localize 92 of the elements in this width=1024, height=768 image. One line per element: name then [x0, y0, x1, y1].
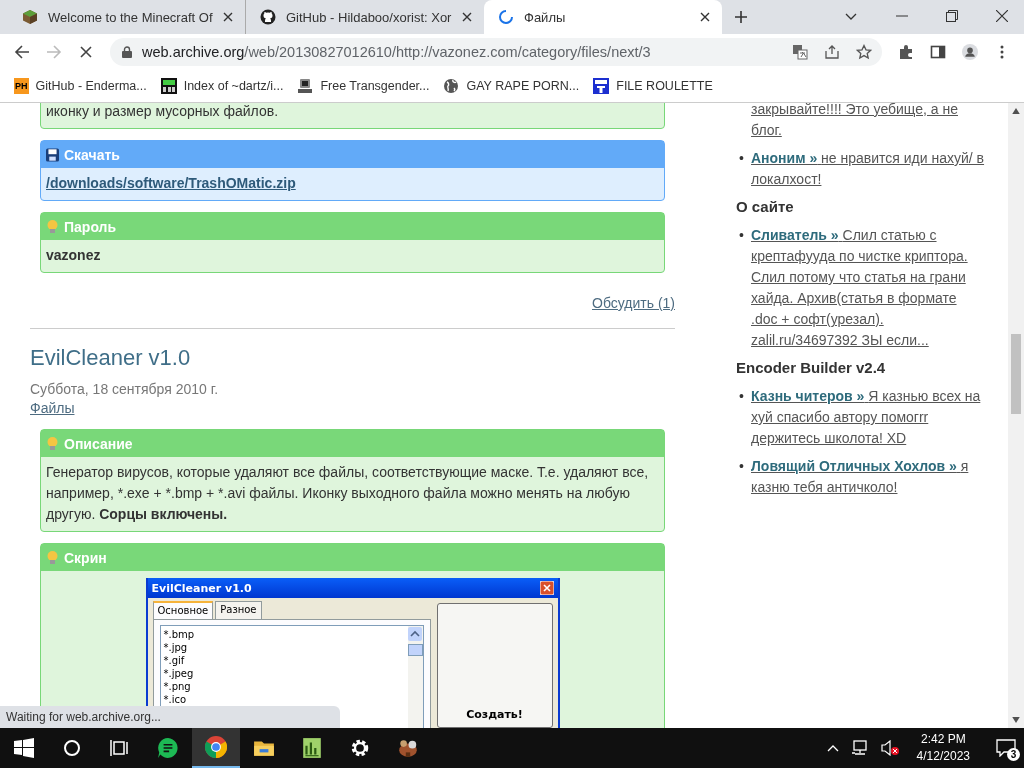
window-tab[interactable]: Разное: [215, 601, 262, 619]
status-bubble: Waiting for web.archive.org...: [0, 706, 340, 728]
box-heading: Описание: [64, 435, 133, 452]
close-icon[interactable]: [996, 10, 1008, 22]
network-icon[interactable]: [850, 740, 869, 756]
password-text: vazonez: [46, 247, 101, 263]
terminal-icon: [160, 78, 177, 94]
window-tab[interactable]: Основное: [152, 601, 214, 619]
bullet: •: [739, 457, 744, 476]
globe-icon: [443, 78, 460, 94]
comment-link[interactable]: Казнь читеров » Я казнью всех на хуй спасибо автору помогrr держитесь школота! XD: [751, 386, 986, 449]
bookmark[interactable]: FILE ROULETTE: [593, 78, 713, 94]
browser-tab[interactable]: Файлы: [484, 0, 722, 34]
stop-icon[interactable]: [78, 44, 94, 60]
box-heading: Скрин: [64, 549, 107, 566]
chevron-up-icon[interactable]: [826, 744, 839, 752]
category-link[interactable]: Файлы: [30, 400, 75, 416]
bookmark[interactable]: Free Transgender...: [297, 78, 430, 94]
bookmark[interactable]: Index of ~dartz/i...: [160, 78, 284, 94]
scroll-down-icon[interactable]: [1012, 717, 1020, 723]
light-bulb-icon: [46, 435, 59, 452]
scrollbar[interactable]: [1008, 103, 1024, 728]
comment-link[interactable]: Сливатель » Слил статью с крептафууда по чистке криптора. Слил потому что статья на грани хайда. Архив(статья в формате .doc + софт(урезал). zalil.ru/34697392 ЗЫ если...: [751, 225, 986, 351]
post-title: EvilCleaner v1.0: [30, 345, 192, 371]
taskbar-app[interactable]: [192, 728, 240, 768]
close-tab-icon[interactable]: [700, 12, 710, 22]
window-title: EvilCleaner v1.0: [151, 580, 252, 597]
list-item[interactable]: *.jpeg: [163, 667, 405, 680]
gear-icon: [349, 737, 371, 759]
side-panel-icon[interactable]: [930, 44, 946, 60]
new-tab-icon[interactable]: [734, 10, 748, 24]
scroll-thumb[interactable]: [1011, 334, 1021, 414]
box-heading: Скачать: [64, 146, 120, 163]
loading-spinner-icon: [498, 9, 514, 25]
list-item[interactable]: *.bmp: [163, 628, 405, 641]
bookmark[interactable]: GAY RAPE PORN...: [443, 78, 580, 94]
chrome-icon: [205, 736, 227, 758]
scroll-thumb[interactable]: [407, 644, 423, 656]
back-icon[interactable]: [14, 44, 30, 60]
bullet: •: [739, 387, 744, 406]
box-text: иконку и размер мусорных файлов.: [45, 103, 280, 121]
bullet: •: [739, 149, 744, 168]
task-view-icon[interactable]: [110, 738, 130, 758]
star-icon[interactable]: [856, 44, 872, 60]
description-text: Генератор вирусов, которые удаляют все файлы, соответствующие маске. Т.е. удаляют все, например, *.exe + *.bmp + *.avi файлы. Иконку выходного файла можно менять на любую другую. Сорцы включены.: [46, 463, 650, 524]
lock-icon: [122, 46, 132, 58]
chart-document-icon: [301, 737, 323, 759]
share-icon[interactable]: [824, 44, 840, 60]
bullet: •: [739, 226, 744, 245]
scroll-up-icon[interactable]: [408, 627, 422, 641]
scrollbar[interactable]: [407, 626, 423, 728]
translate-icon[interactable]: [792, 44, 808, 60]
logo-icon: [593, 78, 610, 94]
bookmark[interactable]: PH GitHub - Enderma...: [14, 78, 147, 94]
github-icon: [260, 9, 276, 25]
scroll-up-icon[interactable]: [1012, 108, 1020, 114]
sidebar-heading: О сайте: [736, 197, 795, 217]
bookmark-badge-icon: PH: [14, 78, 29, 94]
list-item[interactable]: *.ico: [163, 693, 405, 706]
post-date: Суббота, 18 сентября 2010 г.: [30, 380, 219, 398]
light-bulb-icon: [46, 549, 59, 566]
search-icon[interactable]: [62, 738, 82, 758]
sidebar-heading: Encoder Builder v2.4: [736, 358, 887, 378]
clock[interactable]: 2:42 PM 4/12/2023: [916, 731, 970, 765]
comment-link[interactable]: закрывайте!!!! Это уебище, а не блог.: [751, 103, 986, 141]
close-tab-icon[interactable]: [462, 12, 472, 22]
download-link[interactable]: /downloads/software/TrashOMatic.zip: [46, 175, 296, 191]
browser-tab[interactable]: GitHub - Hildaboo/xorist: Xor: [246, 0, 484, 34]
list-item[interactable]: *.jpg: [163, 641, 405, 654]
box-heading: Пароль: [64, 218, 117, 235]
restore-icon[interactable]: [946, 10, 958, 22]
address-bar[interactable]: web.archive.org/web/20130827012610/http://vazonez.com/category/files/next/3: [110, 38, 882, 66]
cube-icon: [22, 9, 38, 25]
light-bulb-icon: [46, 218, 59, 235]
list-item[interactable]: *.gif: [163, 654, 405, 667]
profile-icon[interactable]: [962, 44, 978, 60]
creature-icon: [397, 737, 419, 759]
muted-speaker-icon[interactable]: [880, 740, 899, 756]
computer-icon: [297, 78, 314, 94]
clock-time: 2:42 PM: [920, 731, 966, 748]
close-tab-icon[interactable]: [223, 12, 233, 22]
comment-link[interactable]: Аноним » не нравится иди нахуй/ в локалхост!: [751, 148, 986, 190]
notification-count: 3: [1007, 748, 1020, 761]
list-item[interactable]: *.png: [163, 680, 405, 693]
windows-logo-icon[interactable]: [14, 738, 34, 758]
puzzle-icon[interactable]: [898, 44, 914, 60]
clock-date: 4/12/2023: [916, 748, 970, 765]
chat-bubble-icon: [157, 737, 179, 759]
discuss-link[interactable]: Обсудить (1): [592, 295, 675, 311]
create-button[interactable]: Создать!: [436, 603, 553, 728]
browser-tab[interactable]: Welcome to the Minecraft Of: [8, 0, 246, 34]
comment-link[interactable]: Ловящий Отличных Хохлов » я казню тебя античколо!: [751, 456, 986, 498]
